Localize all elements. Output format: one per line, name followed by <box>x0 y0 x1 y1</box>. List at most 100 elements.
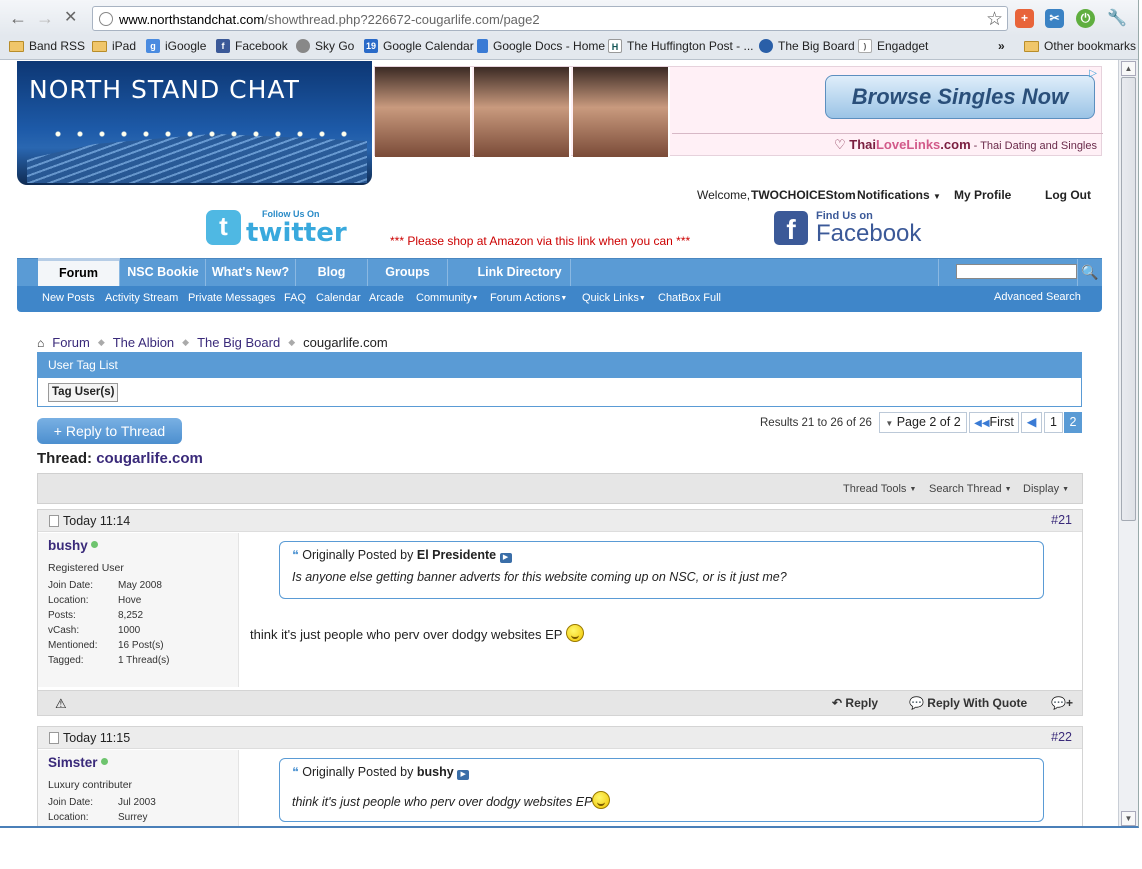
post-number-link[interactable]: #22 <box>1051 730 1072 744</box>
scissors-extension-icon[interactable]: ✂ <box>1045 9 1064 28</box>
view-post-icon[interactable]: ▶ <box>457 770 470 780</box>
subnav-calendar[interactable]: Calendar <box>316 292 361 304</box>
ad-brand-a: Thai <box>849 137 876 152</box>
stat-value[interactable]: 1 Thread(s) <box>118 655 170 666</box>
adchoices-icon[interactable]: ▷ <box>1089 68 1097 79</box>
reply-with-quote-button[interactable]: 💬 Reply With Quote <box>909 696 1027 710</box>
stop-icon[interactable]: ✕ <box>64 7 77 29</box>
multiquote-icon[interactable]: 💬+ <box>1051 696 1073 710</box>
bookmark-star-icon[interactable]: ☆ <box>986 8 1003 31</box>
tab-whats-new[interactable]: What's New? <box>206 259 296 286</box>
subnav-new-posts[interactable]: New Posts <box>42 292 95 304</box>
post-number-link[interactable]: #21 <box>1051 513 1072 527</box>
stat-value[interactable]: 16 Post(s) <box>118 640 164 651</box>
facebook-link[interactable]: f Find Us on Facebook <box>774 208 924 248</box>
scroll-thumb[interactable] <box>1121 77 1136 521</box>
search-input[interactable] <box>956 264 1077 279</box>
display-menu[interactable]: Display ▼ <box>1023 483 1069 495</box>
ad-photo-1 <box>375 67 472 157</box>
url-text[interactable]: www.northstandchat.com/showthread.php?22… <box>119 12 540 27</box>
site-logo[interactable]: NORTH STAND CHAT <box>17 61 372 185</box>
subnav-quick-links[interactable]: Quick Links▼ <box>582 292 646 304</box>
back-icon[interactable]: ← <box>9 7 27 29</box>
chevron-down-icon: ▼ <box>909 486 917 493</box>
post-select-checkbox[interactable] <box>49 515 59 527</box>
subnav-chatbox-full[interactable]: ChatBox Full <box>658 292 721 304</box>
scroll-down-icon[interactable]: ▼ <box>1121 811 1136 826</box>
page-content: NORTH STAND CHAT Browse Singles Now ♡ Th… <box>0 60 1118 826</box>
bookmark-label: Engadget <box>877 39 929 53</box>
report-warning-icon[interactable]: ⚠ <box>55 696 67 712</box>
bookmark-label: Sky Go <box>315 39 355 53</box>
address-bar[interactable]: www.northstandchat.com/showthread.php?22… <box>92 6 1008 31</box>
bookmark-huffington[interactable]: H The Huffington Post - ... <box>608 39 754 53</box>
banner-advert[interactable]: Browse Singles Now ♡ ThaiLoveLinks.com -… <box>374 66 1103 157</box>
display-label: Display <box>1023 483 1060 495</box>
logout-link[interactable]: Log Out <box>1045 188 1091 202</box>
tab-groups[interactable]: Groups <box>368 259 448 286</box>
bookmark-facebook[interactable]: f Facebook <box>216 39 288 53</box>
search-icon[interactable]: 🔍 <box>1077 259 1102 286</box>
calendar-icon: 19 <box>364 39 378 53</box>
subnav-faq[interactable]: FAQ <box>284 292 306 304</box>
stadium-lights <box>47 131 347 137</box>
view-post-icon[interactable]: ▶ <box>499 553 512 563</box>
thread-tools-menu[interactable]: Thread Tools ▼ <box>843 483 916 495</box>
tab-link-directory[interactable]: Link Directory <box>469 259 571 286</box>
breadcrumb-forum[interactable]: Forum <box>52 335 90 350</box>
bookmark-ipad[interactable]: iPad <box>92 39 136 53</box>
thread-title-link[interactable]: cougarlife.com <box>96 450 203 467</box>
home-icon[interactable]: ⌂ <box>37 336 44 350</box>
quote-block: ❝ Originally Posted by El Presidente ▶ I… <box>279 541 1044 599</box>
bookmark-igoogle[interactable]: g iGoogle <box>146 39 206 53</box>
tab-blog[interactable]: Blog <box>296 259 368 286</box>
subnav-activity-stream[interactable]: Activity Stream <box>105 292 178 304</box>
subnav-arcade[interactable]: Arcade <box>369 292 404 304</box>
browse-singles-button[interactable]: Browse Singles Now <box>825 75 1095 119</box>
reply-to-thread-button[interactable]: + Reply to Thread <box>37 418 182 444</box>
search-thread-menu[interactable]: Search Thread ▼ <box>929 483 1012 495</box>
twitter-follow-link[interactable]: t Follow Us On twitter <box>206 208 347 248</box>
bookmark-sky-go[interactable]: Sky Go <box>296 39 354 53</box>
other-bookmarks[interactable]: Other bookmarks <box>1024 39 1136 53</box>
quote-prefix: Originally Posted by <box>302 548 414 562</box>
tab-nsc-bookie[interactable]: NSC Bookie <box>121 259 206 286</box>
tab-forum[interactable]: Forum <box>38 258 120 287</box>
scroll-up-icon[interactable]: ▲ <box>1121 61 1136 76</box>
subnav-private-messages[interactable]: Private Messages <box>188 292 275 304</box>
bookmark-google-calendar[interactable]: 19 Google Calendar <box>364 39 474 53</box>
amazon-link[interactable]: *** Please shop at Amazon via this link … <box>390 234 690 248</box>
reply-button[interactable]: ↶ Reply <box>832 696 878 710</box>
page-1-button[interactable]: 1 <box>1044 412 1063 433</box>
plus-extension-icon[interactable]: + <box>1015 9 1034 28</box>
username[interactable]: Simster <box>48 755 108 770</box>
username-link[interactable]: TWOCHOICEStom <box>751 188 856 202</box>
page-jump-dropdown[interactable]: ▼ Page 2 of 2 <box>879 412 967 433</box>
first-page-button[interactable]: ◀◀First <box>969 412 1019 433</box>
main-nav: Forum NSC Bookie What's New? Blog Groups… <box>17 258 1102 287</box>
breadcrumb: ⌂ Forum ◆ The Albion ◆ The Big Board ◆ coug… <box>37 335 388 350</box>
tag-users-button[interactable]: Tag User(s) <box>48 383 119 402</box>
forward-icon[interactable]: → <box>36 7 54 29</box>
breadcrumb-big-board[interactable]: The Big Board <box>197 335 280 350</box>
power-extension-icon[interactable]: ⏻ <box>1076 9 1095 28</box>
username[interactable]: bushy <box>48 538 98 553</box>
subnav-community[interactable]: Community▼ <box>416 292 479 304</box>
twitter-word: twitter <box>246 218 347 248</box>
wrench-icon[interactable]: 🔧 <box>1107 9 1127 28</box>
prev-page-icon[interactable]: ◀ <box>1021 412 1042 433</box>
bookmark-big-board[interactable]: The Big Board <box>759 39 855 53</box>
post-select-checkbox[interactable] <box>49 732 59 744</box>
bookmark-google-docs[interactable]: Google Docs - Home <box>477 39 605 53</box>
bookmark-engadget[interactable]: ) Engadget <box>858 39 928 53</box>
my-profile-link[interactable]: My Profile <box>954 188 1011 202</box>
bookmark-band-rss[interactable]: Band RSS <box>9 39 85 53</box>
notifications-menu[interactable]: Notifications ▼ <box>857 188 941 202</box>
breadcrumb-albion[interactable]: The Albion <box>113 335 174 350</box>
subnav-forum-actions[interactable]: Forum Actions▼ <box>490 292 567 304</box>
advanced-search-link[interactable]: Advanced Search <box>994 291 1081 303</box>
vertical-scrollbar[interactable]: ▲ ▼ <box>1118 60 1138 826</box>
igoogle-icon: g <box>146 39 160 53</box>
bookmarks-overflow-button[interactable]: » <box>998 39 1005 53</box>
stat-label: Location: <box>48 812 89 823</box>
